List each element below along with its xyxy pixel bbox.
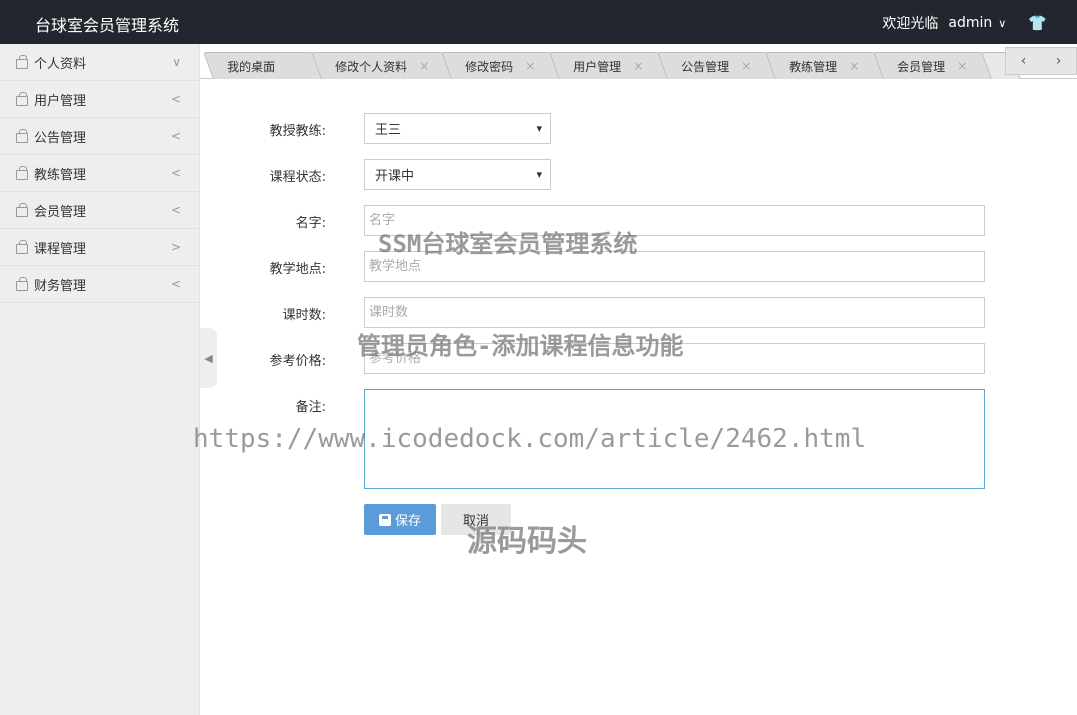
- tab-scroll-nav: ‹ ›: [1005, 47, 1077, 75]
- chevron-right-icon[interactable]: ›: [1041, 48, 1076, 74]
- name-label: 名字:: [295, 216, 326, 231]
- sidebar-item-finance[interactable]: 财务管理 <: [0, 266, 199, 303]
- save-button[interactable]: 保存: [364, 504, 436, 535]
- hours-input[interactable]: 课时数: [364, 297, 985, 328]
- chevron-left-icon: <: [170, 129, 181, 143]
- tab-label: 修改个人资料: [335, 59, 408, 74]
- tab-label: 教练管理: [789, 59, 838, 74]
- chevron-left-icon[interactable]: ‹: [1006, 48, 1041, 74]
- close-icon[interactable]: ×: [957, 59, 967, 73]
- bag-icon: [16, 276, 28, 291]
- sidebar-item-label: 财务管理: [34, 278, 87, 294]
- tab-member-management[interactable]: 会员管理 ×: [873, 52, 993, 79]
- username: admin: [948, 15, 993, 31]
- save-button-label: 保存: [394, 514, 421, 529]
- tab-label: 公告管理: [681, 59, 730, 74]
- bag-icon: [16, 54, 28, 69]
- tab-change-password[interactable]: 修改密码 ×: [441, 52, 561, 79]
- bag-icon: [16, 128, 28, 143]
- sidebar-item-label: 课程管理: [34, 241, 87, 257]
- chevron-down-icon: ∨: [172, 55, 181, 69]
- close-icon[interactable]: ×: [633, 59, 643, 73]
- tab-label: 用户管理: [573, 59, 622, 74]
- status-select-value: 开课中: [375, 169, 415, 184]
- remark-textarea[interactable]: [364, 389, 985, 489]
- chevron-down-icon: ∨: [998, 16, 1007, 30]
- status-select[interactable]: 开课中 ▾: [364, 159, 551, 190]
- floppy-disk-icon: [378, 513, 391, 526]
- cancel-button[interactable]: 取消: [441, 504, 511, 535]
- tab-label: 我的桌面: [227, 59, 276, 74]
- coach-select[interactable]: 王三 ▾: [364, 113, 551, 144]
- sidebar: 个人资料 ∨ 用户管理 < 公告管理 < 教练管理 < 会员管理 < 课程管理 …: [0, 44, 200, 715]
- location-input[interactable]: 教学地点: [364, 251, 985, 282]
- coach-select-value: 王三: [375, 123, 402, 138]
- sidebar-item-label: 公告管理: [34, 130, 87, 146]
- header-right: 欢迎光临 admin ∨ 👕: [882, 13, 1047, 33]
- tab-coach-management[interactable]: 教练管理 ×: [765, 52, 885, 79]
- sidebar-item-courses[interactable]: 课程管理 >: [0, 229, 199, 266]
- price-input[interactable]: 参考价格: [364, 343, 985, 374]
- sidebar-item-label: 会员管理: [34, 204, 87, 220]
- chevron-left-icon: <: [170, 92, 181, 106]
- hours-label: 课时数:: [282, 308, 326, 323]
- user-menu[interactable]: admin ∨: [948, 15, 1006, 31]
- cancel-button-label: 取消: [462, 514, 489, 529]
- tab-label: 会员管理: [897, 59, 946, 74]
- chevron-left-icon: <: [170, 277, 181, 291]
- remark-label: 备注:: [295, 400, 326, 415]
- chevron-down-icon: ▾: [536, 168, 542, 181]
- sidebar-item-label: 个人资料: [34, 56, 87, 72]
- add-course-form: 教授教练: 王三 ▾ 课程状态: 开课中 ▾ 名字: 名字 教学地点: 教学地点…: [200, 79, 1077, 715]
- chevron-down-icon: ▾: [536, 122, 542, 135]
- chevron-left-icon: <: [170, 166, 181, 180]
- coach-label: 教授教练:: [269, 124, 326, 139]
- tab-edit-profile[interactable]: 修改个人资料 ×: [311, 52, 453, 79]
- theme-shirt-icon[interactable]: 👕: [1028, 14, 1047, 32]
- bag-icon: [16, 165, 28, 180]
- location-label: 教学地点:: [269, 262, 326, 277]
- app-title: 台球室会员管理系统: [35, 16, 180, 35]
- status-label: 课程状态:: [269, 170, 326, 185]
- bag-icon: [16, 202, 28, 217]
- sidebar-item-members[interactable]: 会员管理 <: [0, 192, 199, 229]
- sidebar-item-coaches[interactable]: 教练管理 <: [0, 155, 199, 192]
- tab-bar: 我的桌面 修改个人资料 × 修改密码 × 用户管理 × 公告管理 × 教练管理 × 会员管…: [200, 44, 1077, 79]
- sidebar-item-label: 用户管理: [34, 93, 87, 109]
- sidebar-item-users[interactable]: 用户管理 <: [0, 81, 199, 118]
- tab-label: 修改密码: [465, 59, 514, 74]
- tab-notice-management[interactable]: 公告管理 ×: [657, 52, 777, 79]
- chevron-right-icon: >: [170, 240, 181, 254]
- bag-icon: [16, 239, 28, 254]
- sidebar-item-label: 教练管理: [34, 167, 87, 183]
- chevron-left-icon: <: [170, 203, 181, 217]
- welcome-text: 欢迎光临: [882, 16, 939, 32]
- close-icon[interactable]: ×: [741, 59, 751, 73]
- bag-icon: [16, 91, 28, 106]
- price-label: 参考价格:: [269, 354, 326, 369]
- top-header: 台球室会员管理系统 欢迎光临 admin ∨ 👕: [0, 0, 1077, 44]
- sidebar-item-notices[interactable]: 公告管理 <: [0, 118, 199, 155]
- tab-user-management[interactable]: 用户管理 ×: [549, 52, 669, 79]
- name-input[interactable]: 名字: [364, 205, 985, 236]
- close-icon[interactable]: ×: [849, 59, 859, 73]
- sidebar-item-profile[interactable]: 个人资料 ∨: [0, 44, 199, 81]
- tab-desktop[interactable]: 我的桌面: [203, 52, 323, 79]
- close-icon[interactable]: ×: [525, 59, 535, 73]
- close-icon[interactable]: ×: [419, 59, 429, 73]
